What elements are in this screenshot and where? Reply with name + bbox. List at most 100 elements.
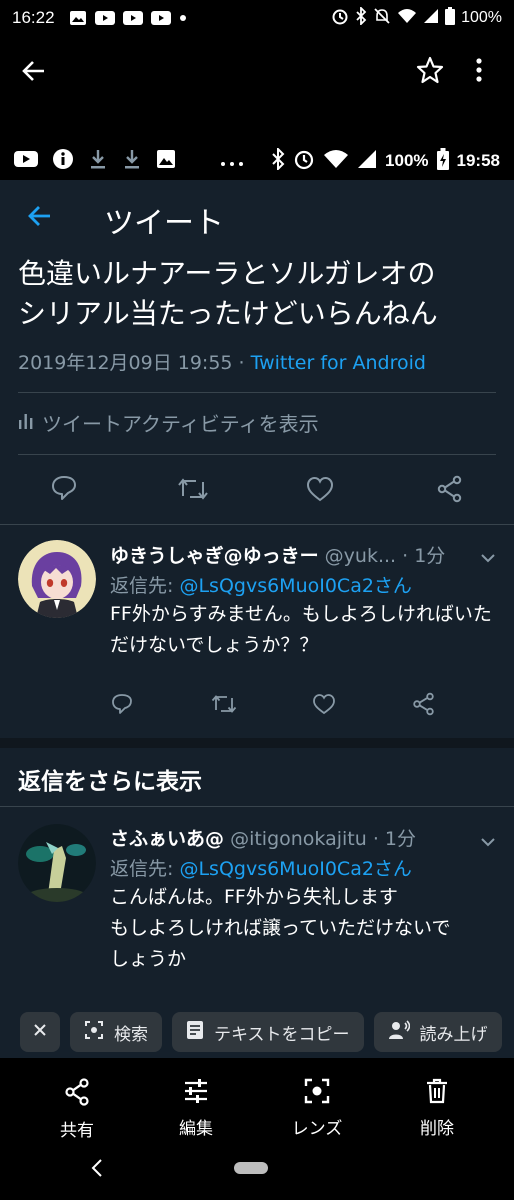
reply-body: こんばんは。FF外から失礼します もしよろしければ譲っていただけないで しょうか	[110, 882, 506, 975]
reply-to-label: 返信先:	[110, 858, 180, 880]
reply-body-line: しょうか	[110, 948, 187, 970]
edit-button[interactable]: 編集	[146, 1078, 246, 1139]
nav-back-icon[interactable]	[90, 1158, 104, 1182]
like-heart-icon[interactable]	[306, 476, 334, 506]
tweet-text: 色違いルナアーラとソルガレオの シリアル当たったけどいらんねん	[18, 254, 508, 334]
tweet-header: ツイート	[0, 180, 514, 256]
share-label: 共有	[60, 1121, 94, 1141]
search-chip[interactable]: 検索	[70, 1012, 162, 1052]
status-bar: 16:22 100%	[0, 0, 514, 36]
home-pill[interactable]	[234, 1162, 268, 1174]
delete-button[interactable]: 削除	[387, 1078, 487, 1139]
star-icon[interactable]	[416, 56, 444, 88]
reply-author-handle: @yuk...	[324, 545, 397, 567]
reply-to: 返信先: @LsQgvs6MuoI0Ca2さん	[110, 854, 412, 881]
reply-icon[interactable]	[50, 474, 78, 506]
close-chip[interactable]	[20, 1012, 60, 1052]
reply-body-line: もしよろしければ譲っていただけないで	[110, 917, 451, 939]
viewer-app-bar	[0, 36, 514, 106]
page-title: ツイート	[104, 206, 224, 241]
like-heart-icon[interactable]	[312, 693, 336, 719]
avatar[interactable]	[18, 824, 96, 902]
chevron-down-icon[interactable]	[480, 832, 496, 851]
lens-icon	[304, 1078, 330, 1108]
activity-label: ツイートアクティビティを表示	[42, 412, 319, 436]
mute-icon	[373, 7, 391, 30]
chevron-down-icon[interactable]	[480, 548, 496, 567]
info-icon	[52, 148, 74, 174]
retweet-icon[interactable]	[210, 693, 238, 719]
reply-author: さふぁいあ@ @itigonokajitu · 1分	[110, 824, 416, 851]
retweet-icon[interactable]	[176, 476, 210, 506]
read-aloud-chip[interactable]: 読み上げ	[373, 1012, 502, 1052]
divider	[0, 806, 514, 807]
battery-icon	[445, 6, 456, 30]
download-icon	[122, 148, 142, 174]
avatar[interactable]	[18, 540, 96, 618]
tweet-text-line: 色違いルナアーラとソルガレオの	[18, 257, 436, 290]
battery-percent: 100%	[385, 151, 429, 170]
download-icon	[88, 148, 108, 174]
reply-author: ゆきうしゃぎ@ゆっきー @yuk... · 1分	[110, 541, 445, 568]
reply-body: FF外からすみません。もしよろしければいただけないでしょうか？？	[110, 603, 492, 656]
share-button[interactable]: 共有	[27, 1078, 127, 1141]
reply-author-name[interactable]: さふぁいあ@	[110, 828, 224, 850]
copy-text-chip[interactable]: テキストをコピー	[172, 1012, 364, 1052]
bar-chart-icon	[18, 410, 34, 435]
inner-status-bar: 100% 19:58	[0, 142, 514, 180]
more-dots-icon	[220, 152, 244, 171]
battery-charging-icon	[436, 147, 449, 175]
trash-icon	[426, 1078, 448, 1108]
action-chips: 検索 テキストをコピー 読み上げ	[0, 1006, 514, 1058]
share-icon[interactable]	[436, 475, 464, 507]
screenshot-image: 100% 19:58 ツイート 色違いルナアーラとソルガレオの シリアル当たった…	[0, 142, 514, 1058]
show-more-replies[interactable]: 返信をさらに表示	[18, 762, 202, 796]
divider	[18, 392, 496, 393]
image-icon	[69, 10, 87, 26]
bottom-toolbar: 共有 編集 レンズ 削除	[0, 1058, 514, 1200]
signal-icon	[357, 149, 377, 174]
reply-to-link[interactable]: @LsQgvs6MuoI0Ca2さん	[179, 575, 411, 597]
youtube-icon	[14, 150, 38, 172]
speaker-person-icon	[388, 1019, 410, 1045]
reply-author-name[interactable]: ゆきうしゃぎ@ゆっきー	[110, 545, 319, 567]
reply-to-label: 返信先:	[110, 575, 180, 597]
lens-label: レンズ	[291, 1119, 343, 1139]
reply-time: · 1分	[366, 828, 417, 850]
battery-percent: 100%	[461, 9, 502, 26]
reply-body-line: こんばんは。FF外から失礼します	[110, 886, 398, 908]
lens-search-icon	[84, 1020, 104, 1045]
search-chip-label: 検索	[114, 1024, 148, 1045]
copy-text-label: テキストをコピー	[214, 1024, 350, 1045]
status-time: 16:22	[12, 8, 55, 27]
edit-label: 編集	[179, 1119, 213, 1139]
tweet-activity-link[interactable]: ツイートアクティビティを表示	[18, 408, 319, 437]
alarm-icon	[293, 148, 315, 175]
divider	[0, 524, 514, 525]
more-vert-icon[interactable]	[474, 56, 484, 88]
reply-to-link[interactable]: @LsQgvs6MuoI0Ca2さん	[179, 858, 411, 880]
tune-sliders-icon	[183, 1079, 209, 1108]
share-icon[interactable]	[412, 692, 436, 720]
tweet-source-link[interactable]: Twitter for Android	[251, 352, 426, 374]
image-icon	[156, 149, 176, 173]
tweet-date: 2019年12月09日 19:55 ·	[18, 352, 251, 374]
share-icon	[64, 1078, 90, 1110]
youtube-icon	[94, 10, 115, 26]
wifi-icon	[397, 8, 417, 29]
dot-icon	[179, 14, 187, 22]
delete-label: 削除	[420, 1119, 454, 1139]
back-arrow-icon[interactable]	[26, 202, 54, 234]
close-icon	[33, 1022, 47, 1042]
divider	[18, 454, 496, 455]
youtube-icon	[122, 10, 143, 26]
reply-author-handle: @itigonokajitu	[230, 828, 367, 850]
back-arrow-icon[interactable]	[20, 56, 50, 86]
wifi-icon	[323, 149, 349, 174]
bluetooth-icon	[355, 5, 367, 30]
lens-button[interactable]: レンズ	[267, 1078, 367, 1139]
reply-icon[interactable]	[110, 692, 134, 720]
tweet-meta: 2019年12月09日 19:55 · Twitter for Android	[18, 348, 426, 375]
reply-time: · 1分	[396, 545, 446, 567]
signal-icon	[423, 8, 439, 29]
